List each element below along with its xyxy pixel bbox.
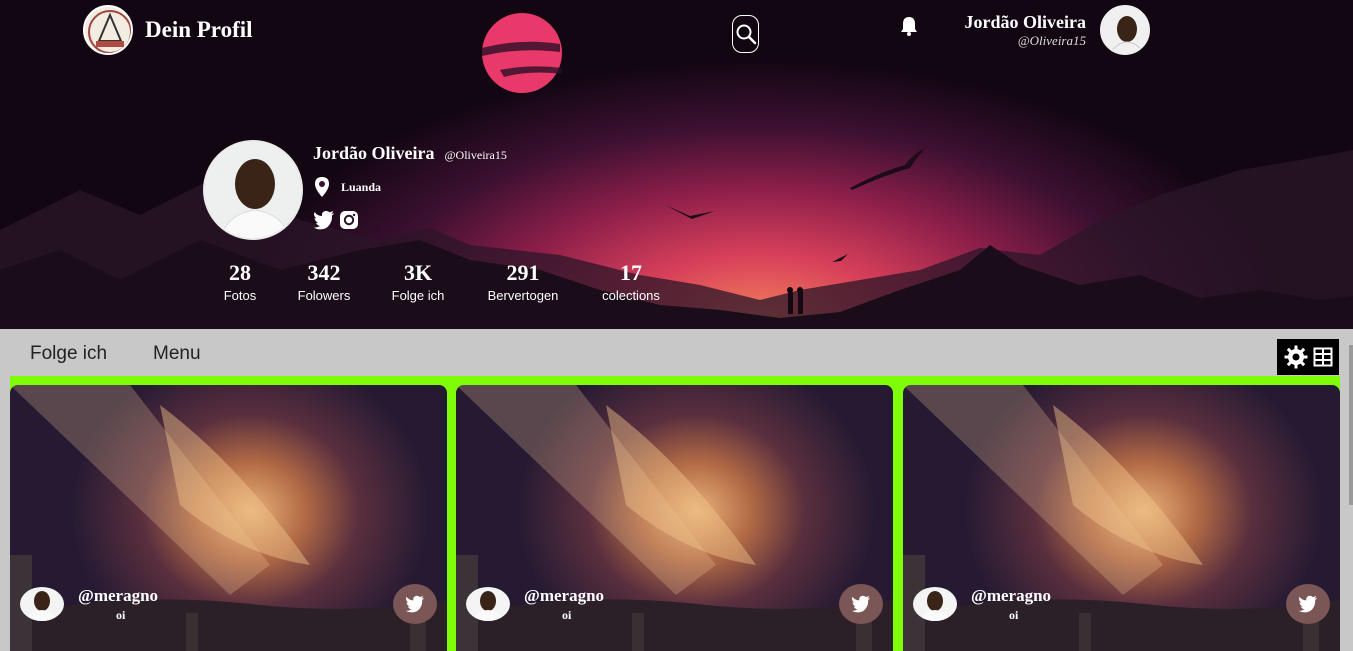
profile-stats: 28 Fotos 342 Folowers 3K Folge ich 291 B…	[0, 260, 700, 310]
profile-avatar[interactable]	[203, 140, 303, 240]
instagram-icon[interactable]	[339, 210, 359, 230]
page-scrollbar[interactable]	[1349, 345, 1353, 505]
twitter-share-button[interactable]	[839, 584, 883, 624]
search-icon	[736, 24, 756, 45]
twitter-icon	[1298, 595, 1317, 613]
twitter-share-button[interactable]	[393, 584, 437, 624]
card-caption: oi	[116, 608, 126, 622]
avatar[interactable]	[913, 587, 957, 621]
stat-following[interactable]: 3K Folge ich	[392, 260, 445, 303]
card-image	[903, 385, 1340, 651]
stat-value: 3K	[403, 260, 433, 285]
photo-card[interactable]: @meragno oi	[456, 385, 893, 651]
grid-icon[interactable]	[1313, 347, 1333, 367]
profile-hero: Dein Profil Jordão Oliveira @Oliveira15	[0, 0, 1353, 329]
content-toolbar: Folge ich Menu	[0, 329, 1353, 377]
page-title: Dein Profil	[145, 17, 253, 42]
tab-folge-ich[interactable]: Folge ich	[30, 343, 107, 365]
current-user[interactable]: Jordão Oliveira @Oliveira15	[965, 5, 1150, 55]
search-button[interactable]	[732, 15, 759, 53]
profile-handle: @Oliveira15	[444, 148, 507, 162]
stat-collections[interactable]: 17 colections	[602, 260, 660, 303]
photo-card[interactable]: @meragno oi	[10, 385, 447, 651]
twitter-icon	[405, 595, 424, 613]
card-username[interactable]: @meragno	[971, 586, 1051, 606]
stat-value: 17	[620, 260, 642, 285]
avatar[interactable]	[1100, 5, 1150, 55]
twitter-icon	[851, 595, 870, 613]
avatar[interactable]	[20, 587, 64, 621]
notifications-button[interactable]	[899, 15, 919, 42]
current-user-name: Jordão Oliveira	[964, 11, 1086, 32]
location-text: Luanda	[341, 179, 382, 194]
stat-label: Folowers	[297, 288, 351, 303]
gear-icon[interactable]	[1284, 345, 1308, 369]
brand-logo[interactable]	[83, 5, 133, 55]
stat-fotos[interactable]: 28 Fotos	[224, 260, 257, 303]
bell-icon	[901, 17, 917, 36]
profile-name: Jordão Oliveira	[313, 143, 435, 163]
stat-value: 342	[307, 260, 341, 285]
twitter-share-button[interactable]	[1286, 584, 1330, 624]
card-image	[10, 385, 447, 651]
stat-label: Bervertogen	[487, 288, 559, 303]
card-caption: oi	[562, 608, 572, 622]
stat-value: 291	[506, 260, 540, 285]
view-controls	[1277, 339, 1339, 375]
social-links	[313, 210, 507, 230]
location-pin-icon	[315, 177, 329, 197]
profile-info: Jordão Oliveira @Oliveira15 Luanda	[313, 143, 507, 230]
stat-followers[interactable]: 342 Folowers	[298, 260, 351, 303]
avatar[interactable]	[466, 587, 510, 621]
photo-card[interactable]: @meragno oi	[903, 385, 1340, 651]
profile-location: Luanda	[313, 176, 507, 198]
stat-label: Fotos	[223, 288, 257, 303]
current-user-handle: @Oliveira15	[1017, 32, 1086, 48]
brand: Dein Profil	[83, 5, 253, 55]
card-image	[456, 385, 893, 651]
card-username[interactable]: @meragno	[524, 586, 604, 606]
photo-grid: @meragno oi @meragno oi @meragno oi	[10, 376, 1340, 651]
twitter-icon[interactable]	[313, 210, 335, 230]
tab-menu[interactable]: Menu	[153, 343, 201, 365]
stat-bervertogen[interactable]: 291 Bervertogen	[488, 260, 559, 303]
stat-value: 28	[228, 260, 251, 285]
card-caption: oi	[1009, 608, 1019, 622]
card-username[interactable]: @meragno	[78, 586, 158, 606]
stat-label: colections	[602, 288, 660, 303]
stat-label: Folge ich	[391, 288, 445, 303]
